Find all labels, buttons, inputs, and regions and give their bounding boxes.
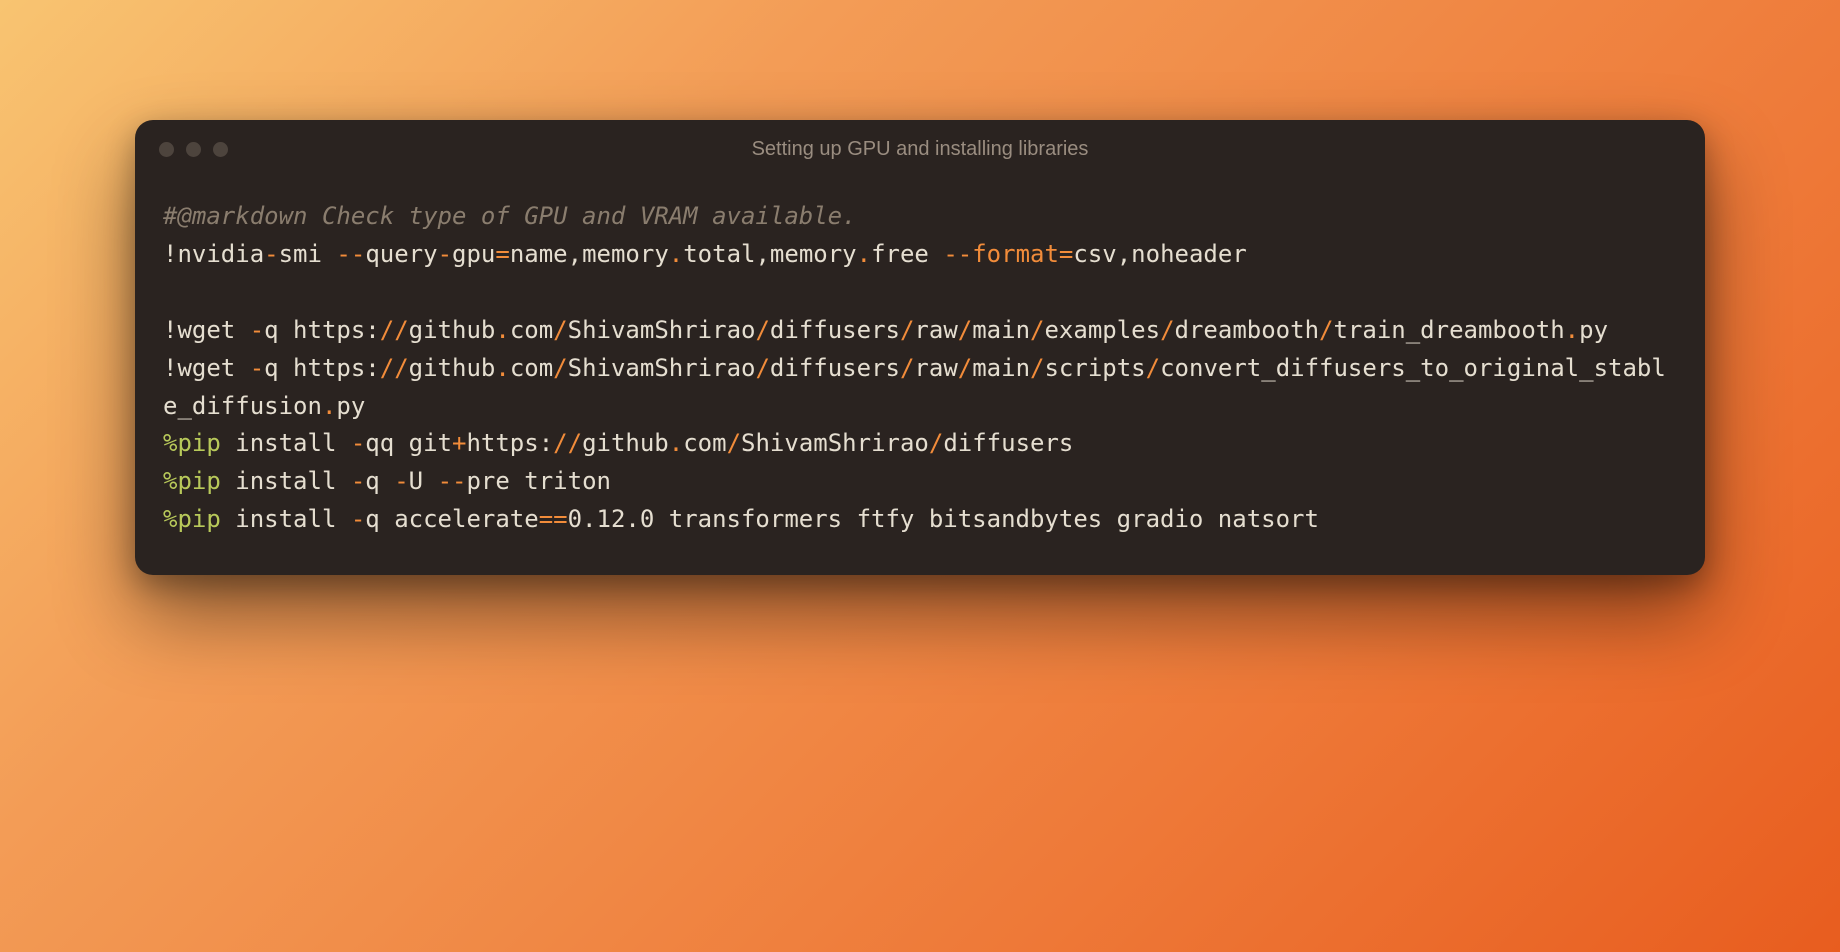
code-token: py: [336, 392, 365, 420]
code-token: /: [958, 354, 972, 382]
code-token: raw: [914, 354, 957, 382]
code-token: /: [1160, 316, 1174, 344]
code-token: dreambooth: [1175, 316, 1320, 344]
code-token: /: [1319, 316, 1333, 344]
code-token: -: [264, 240, 278, 268]
minimize-icon[interactable]: [186, 142, 201, 157]
code-token: smi: [279, 240, 337, 268]
code-token: .: [322, 392, 336, 420]
code-token: -: [351, 429, 365, 457]
code-token: /: [755, 354, 769, 382]
code-token: qq git: [365, 429, 452, 457]
code-token: .: [857, 240, 871, 268]
code-token: --format=: [943, 240, 1073, 268]
code-token: /: [1146, 354, 1160, 382]
code-token: =: [495, 240, 509, 268]
code-token: .: [495, 354, 509, 382]
code-token: main: [972, 316, 1030, 344]
code-token: .: [1565, 316, 1579, 344]
code-token: install: [221, 467, 351, 495]
code-token: pre triton: [466, 467, 611, 495]
code-token: examples: [1044, 316, 1160, 344]
code-token: total,memory: [683, 240, 856, 268]
code-token: !wget: [163, 354, 250, 382]
code-token: -: [250, 316, 264, 344]
code-token: %pip: [163, 467, 221, 495]
code-token: diffusers: [943, 429, 1073, 457]
code-token: github: [409, 354, 496, 382]
code-token: https:: [466, 429, 553, 457]
code-token: -: [250, 354, 264, 382]
code-token: U: [409, 467, 438, 495]
code-token: //: [380, 354, 409, 382]
code-token: -: [351, 467, 365, 495]
code-token: gpu: [452, 240, 495, 268]
code-token: .: [669, 429, 683, 457]
code-token: /: [900, 316, 914, 344]
code-token: free: [871, 240, 943, 268]
code-token: diffusers: [770, 316, 900, 344]
code-token: //: [380, 316, 409, 344]
code-token: com: [510, 354, 553, 382]
code-token: .: [495, 316, 509, 344]
code-token: --: [336, 240, 365, 268]
code-token: raw: [914, 316, 957, 344]
window-title: Setting up GPU and installing libraries: [752, 138, 1089, 161]
code-token: install: [221, 429, 351, 457]
code-token: /: [727, 429, 741, 457]
code-token: !nvidia: [163, 240, 264, 268]
code-token: !wget: [163, 316, 250, 344]
code-token: //: [553, 429, 582, 457]
code-token: q https:: [264, 354, 380, 382]
code-token: q accelerate: [365, 505, 538, 533]
code-token: ShivamShrirao: [568, 316, 756, 344]
code-token: -: [394, 467, 408, 495]
code-token: /: [929, 429, 943, 457]
code-token: ShivamShrirao: [568, 354, 756, 382]
code-token: train_dreambooth: [1333, 316, 1564, 344]
terminal-window: Setting up GPU and installing libraries …: [135, 120, 1705, 575]
code-token: ShivamShrirao: [741, 429, 929, 457]
traffic-lights: [159, 142, 228, 157]
code-token: #@markdown Check type of GPU and VRAM av…: [163, 202, 857, 230]
code-token: scripts: [1044, 354, 1145, 382]
code-token: github: [409, 316, 496, 344]
code-token: /: [1030, 354, 1044, 382]
code-token: py: [1579, 316, 1608, 344]
code-token: %pip: [163, 505, 221, 533]
code-token: /: [1030, 316, 1044, 344]
code-token: main: [972, 354, 1030, 382]
code-token: .: [669, 240, 683, 268]
code-token: /: [958, 316, 972, 344]
close-icon[interactable]: [159, 142, 174, 157]
code-block[interactable]: #@markdown Check type of GPU and VRAM av…: [135, 178, 1705, 575]
code-token: -: [351, 505, 365, 533]
code-token: q: [365, 467, 394, 495]
code-token: /: [900, 354, 914, 382]
code-token: name,memory: [510, 240, 669, 268]
code-token: com: [683, 429, 726, 457]
code-token: csv,noheader: [1073, 240, 1246, 268]
code-token: github: [582, 429, 669, 457]
code-token: /: [553, 316, 567, 344]
code-token: -: [438, 240, 452, 268]
code-token: +: [452, 429, 466, 457]
code-token: /: [755, 316, 769, 344]
code-token: q https:: [264, 316, 380, 344]
code-token: /: [553, 354, 567, 382]
maximize-icon[interactable]: [213, 142, 228, 157]
titlebar: Setting up GPU and installing libraries: [135, 120, 1705, 178]
code-token: query: [365, 240, 437, 268]
code-token: diffusers: [770, 354, 900, 382]
code-token: com: [510, 316, 553, 344]
code-token: %pip: [163, 429, 221, 457]
code-token: install: [221, 505, 351, 533]
code-token: 0.12.0 transformers ftfy bitsandbytes gr…: [568, 505, 1319, 533]
code-token: --: [438, 467, 467, 495]
code-token: ==: [539, 505, 568, 533]
